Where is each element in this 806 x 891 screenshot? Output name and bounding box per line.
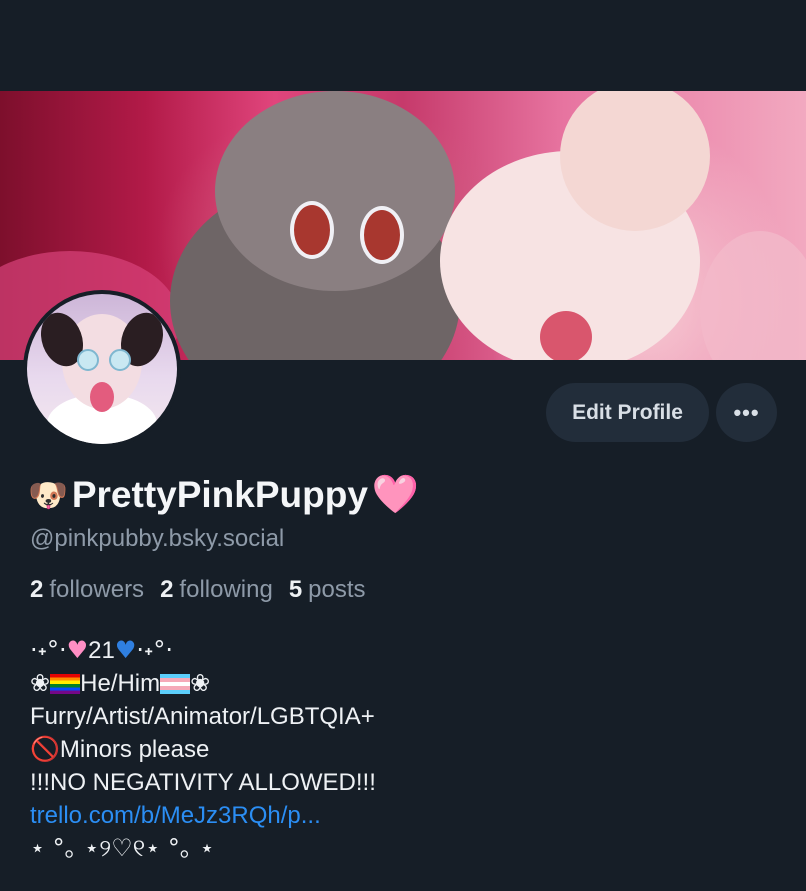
- followers-label: followers: [49, 576, 145, 603]
- following-stat[interactable]: 2 following: [160, 576, 273, 604]
- pride-flag-icon: [50, 674, 81, 694]
- trans-flag-icon: [160, 674, 191, 694]
- blue-heart-icon: ♥: [114, 636, 137, 664]
- bio-line-age: ·˖°·♥21♥·˖°·: [30, 636, 173, 664]
- profile-bio: ·˖°·♥21♥·˖°· ❀ He/Him ❀ Furry/Artist/Anima…: [30, 634, 376, 865]
- following-label: following: [179, 576, 273, 603]
- bio-link[interactable]: trello.com/b/MeJz3RQh/p...: [30, 799, 376, 832]
- edit-profile-button[interactable]: Edit Profile: [546, 383, 709, 442]
- followers-stat[interactable]: 2 followers: [30, 576, 144, 604]
- followers-count: 2: [30, 576, 44, 603]
- pink-heart-icon: ♥: [66, 636, 89, 664]
- display-name: 🐶 PrettyPinkPuppy 🩷: [28, 472, 419, 517]
- bio-line-minors: 🚫Minors please: [30, 735, 210, 763]
- flower-icon: ❀: [190, 669, 211, 697]
- pink-heart-icon: 🩷: [371, 472, 420, 516]
- ellipsis-icon: •••: [733, 399, 760, 425]
- profile-stats: 2 followers 2 following 5 posts: [30, 576, 366, 604]
- profile-avatar[interactable]: [23, 290, 181, 448]
- posts-count: 5: [288, 576, 303, 603]
- bio-line-roles: Furry/Artist/Animator/LGBTQIA+: [30, 703, 375, 730]
- following-count: 2: [160, 576, 174, 603]
- profile-handle: @pinkpubby.bsky.social: [30, 525, 285, 552]
- no-entry-icon: 🚫: [30, 735, 60, 763]
- bio-line-pronouns: ❀ He/Him ❀: [30, 669, 211, 697]
- display-name-text: PrettyPinkPuppy: [71, 473, 368, 515]
- posts-label: posts: [308, 576, 366, 603]
- bio-line-negativity: !!!NO NEGATIVITY ALLOWED!!!: [30, 769, 376, 796]
- more-options-button[interactable]: •••: [716, 383, 777, 442]
- posts-stat: 5 posts: [289, 576, 366, 604]
- dog-emoji-icon: 🐶: [28, 475, 68, 514]
- avatar-image: [27, 294, 177, 444]
- flower-icon: ❀: [30, 669, 51, 697]
- bio-line-decoration: ⋆ °｡ ⋆୨♡୧⋆ °｡ ⋆: [30, 834, 215, 862]
